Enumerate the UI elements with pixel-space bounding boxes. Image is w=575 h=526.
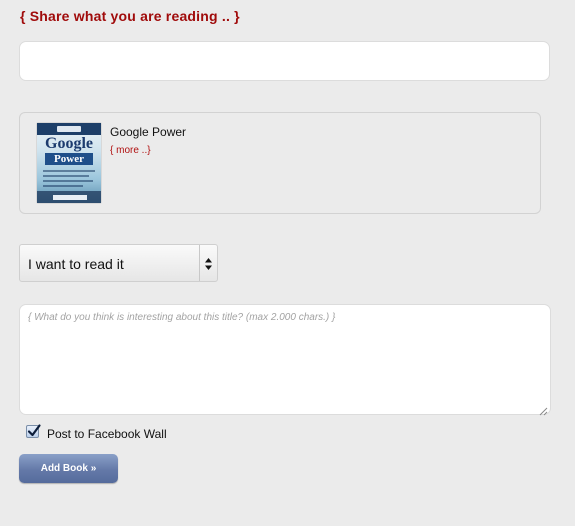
more-link[interactable]: { more ..}	[110, 145, 151, 156]
reading-status-value: I want to read it	[28, 256, 124, 272]
comment-box	[19, 304, 551, 416]
cover-author-name	[53, 195, 87, 200]
reading-status-select[interactable]: I want to read it	[19, 244, 218, 282]
post-to-facebook-label[interactable]: Post to Facebook Wall	[47, 427, 167, 441]
select-divider	[199, 245, 200, 281]
updown-arrows-icon	[203, 257, 214, 271]
book-cover-image[interactable]: Google Power	[37, 123, 101, 203]
cover-subtitle-line	[43, 175, 89, 177]
post-to-facebook-checkbox[interactable]	[26, 424, 41, 438]
cover-publisher-band	[37, 123, 101, 135]
comment-textarea[interactable]	[20, 305, 550, 414]
page-title: { Share what you are reading .. }	[20, 8, 240, 24]
book-search-field[interactable]	[19, 41, 550, 81]
cover-subtitle-line	[43, 185, 83, 187]
book-card: Google Power Google Power { more ..}	[19, 112, 541, 214]
cover-publisher-logo	[57, 126, 81, 132]
cover-author-band	[37, 191, 101, 203]
cover-subtitle-line	[43, 180, 93, 182]
resize-grip-icon[interactable]	[539, 403, 548, 416]
cover-title-line2: Power	[45, 153, 93, 165]
cover-subtitle-line	[43, 170, 95, 172]
book-search-input[interactable]	[27, 49, 549, 73]
cover-title-line1: Google	[45, 135, 93, 152]
add-book-button[interactable]: Add Book »	[19, 454, 118, 483]
checkmark-icon	[27, 424, 41, 437]
book-title: Google Power	[110, 125, 187, 139]
